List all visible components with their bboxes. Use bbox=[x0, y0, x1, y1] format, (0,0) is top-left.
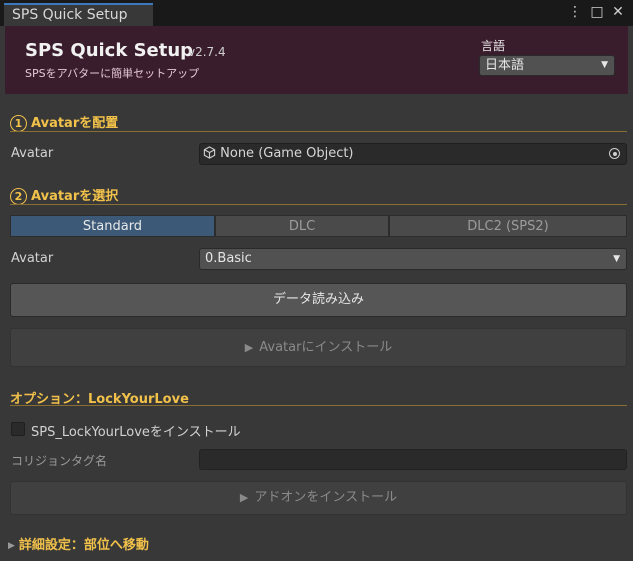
avatar-field-label: Avatar bbox=[11, 146, 54, 161]
avatar-object-value: None (Game Object) bbox=[220, 146, 354, 161]
chevron-right-icon: ▶ bbox=[8, 541, 15, 551]
app-subtitle: SPSをアバターに簡単セットアップ bbox=[25, 67, 200, 80]
section-place-avatar-heading: 1 Avatarを配置 bbox=[10, 112, 118, 132]
gameobject-cube-icon bbox=[203, 146, 216, 159]
header-banner: SPS Quick Setup v2.7.4 SPSをアバターに簡単セットアップ… bbox=[5, 26, 628, 94]
section-title-text: Avatarを選択 bbox=[31, 189, 119, 204]
avatar-object-field[interactable]: None (Game Object) bbox=[199, 143, 627, 165]
lockyourlove-checkbox[interactable] bbox=[11, 422, 25, 436]
tab-dlc[interactable]: DLC bbox=[215, 215, 389, 237]
language-dropdown[interactable]: 日本語 ▼ bbox=[479, 55, 615, 76]
app-title: SPS Quick Setup bbox=[25, 40, 194, 61]
step-number-badge: 1 bbox=[10, 115, 27, 132]
collision-tag-input[interactable] bbox=[199, 449, 627, 470]
window-tab[interactable]: SPS Quick Setup bbox=[4, 3, 153, 26]
lockyourlove-checkbox-label: SPS_LockYourLoveをインストール bbox=[31, 425, 241, 440]
play-icon: ▶ bbox=[239, 491, 249, 504]
maximize-icon[interactable]: □ bbox=[589, 4, 605, 20]
avatar-select-label: Avatar bbox=[11, 251, 54, 266]
advanced-settings-title: 詳細設定：部位へ移動 bbox=[18, 538, 149, 553]
section-select-avatar-heading: 2 Avatarを選択 bbox=[10, 185, 118, 205]
kebab-menu-icon[interactable]: ⋮ bbox=[567, 4, 583, 20]
section-title-text: Avatarを配置 bbox=[31, 116, 119, 131]
advanced-settings-foldout[interactable]: ▶ 詳細設定：部位へ移動 bbox=[8, 534, 149, 553]
language-value: 日本語 bbox=[485, 58, 525, 73]
close-icon[interactable]: ✕ bbox=[610, 4, 626, 20]
section-divider bbox=[10, 131, 627, 132]
install-avatar-button[interactable]: ▶ Avatarにインストール bbox=[10, 328, 627, 367]
section-divider bbox=[10, 405, 627, 406]
language-label: 言語 bbox=[481, 39, 506, 53]
collision-tag-label: コリジョンタグ名 bbox=[11, 454, 108, 468]
section-divider bbox=[10, 204, 627, 205]
version-label: v2.7.4 bbox=[188, 45, 226, 59]
avatar-dropdown-value: 0.Basic bbox=[205, 251, 252, 266]
object-picker-icon[interactable] bbox=[609, 148, 620, 159]
play-icon: ▶ bbox=[244, 341, 254, 354]
avatar-dropdown[interactable]: 0.Basic ▼ bbox=[199, 248, 627, 270]
install-addon-button[interactable]: ▶ アドオンをインストール bbox=[10, 481, 627, 515]
chevron-down-icon: ▼ bbox=[601, 60, 608, 70]
install-avatar-label: Avatarにインストール bbox=[259, 340, 393, 355]
load-data-button[interactable]: データ読み込み bbox=[10, 283, 627, 317]
chevron-down-icon: ▼ bbox=[613, 254, 620, 264]
tab-dlc2[interactable]: DLC2 (SPS2) bbox=[389, 215, 627, 237]
tab-standard[interactable]: Standard bbox=[10, 215, 215, 237]
step-number-badge: 2 bbox=[10, 188, 27, 205]
install-addon-label: アドオンをインストール bbox=[254, 490, 398, 505]
